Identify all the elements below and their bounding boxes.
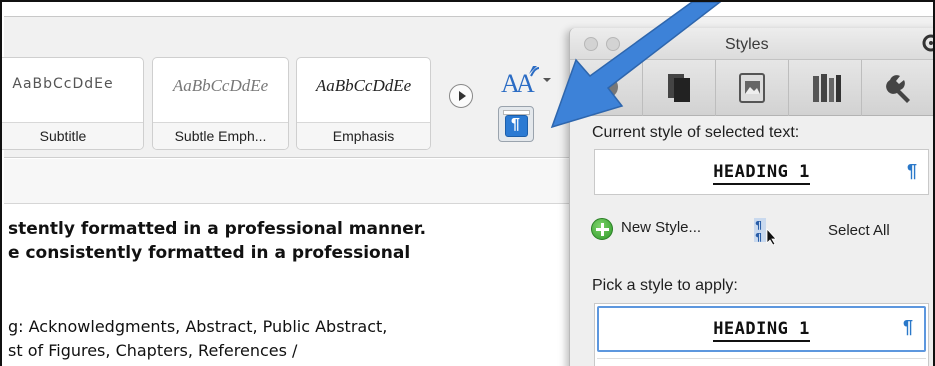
books-icon <box>813 74 841 102</box>
document-text-line: stently formatted in a professional mann… <box>8 219 427 239</box>
style-list-item[interactable] <box>597 358 926 366</box>
word-window: AaBbCcDdEe Subtitle AaBbCcDdEe Subtle Em… <box>0 0 935 366</box>
tab-reference-tools[interactable] <box>789 60 862 116</box>
annotation-arrow-icon <box>550 2 722 129</box>
document-text-line: e consistently formatted in a profession… <box>8 243 411 263</box>
document-text-line: g: Acknowledgments, Abstract, Public Abs… <box>8 317 388 336</box>
style-tile-emphasis[interactable]: AaBbCcDdEe Emphasis <box>296 57 431 150</box>
style-tile-subtle-emphasis[interactable]: AaBbCcDdEe Subtle Emph... <box>152 57 289 150</box>
style-sample: AaBbCcDdEe <box>315 76 412 95</box>
select-all-button[interactable]: Select All <box>828 222 890 239</box>
select-all-icon[interactable]: ¶ ¶ <box>752 217 780 245</box>
style-sample: AaBbCcDdEe <box>172 76 269 95</box>
ribbon-divider <box>4 16 933 17</box>
style-apply-list: HEADING 1 ¶ <box>594 303 929 366</box>
pick-style-label: Pick a style to apply: <box>592 277 738 294</box>
wrench-icon <box>886 75 910 103</box>
svg-text:¶: ¶ <box>755 231 762 244</box>
tab-tools[interactable] <box>862 60 933 116</box>
gallery-next-button[interactable] <box>449 84 473 108</box>
current-style-name: HEADING 1 <box>595 162 928 185</box>
style-name: Emphasis <box>297 122 430 149</box>
gear-icon[interactable] <box>921 33 935 53</box>
style-name: Subtitle <box>2 122 143 149</box>
style-sample: AaBbCcDdEe <box>12 76 114 92</box>
plus-icon <box>591 218 613 240</box>
current-style-text: HEADING 1 <box>713 162 810 185</box>
style-tile-subtitle[interactable]: AaBbCcDdEe Subtitle <box>2 57 144 150</box>
styles-pane-button[interactable] <box>498 106 534 142</box>
style-list-item-label: HEADING 1 <box>599 319 924 342</box>
document-body[interactable]: stently formatted in a professional mann… <box>4 205 570 366</box>
style-name: Subtle Emph... <box>153 122 288 149</box>
style-list-item-text: HEADING 1 <box>713 319 810 342</box>
media-browser-icon <box>739 73 765 103</box>
pilcrow-icon: ¶ <box>903 317 914 337</box>
pilcrow-icon: ¶ <box>907 161 918 181</box>
document-text-line: st of Figures, Chapters, References / <box>8 341 298 360</box>
current-style-box: HEADING 1 ¶ <box>594 149 929 195</box>
pilcrow-icon <box>505 115 528 137</box>
new-style-label: New Style... <box>621 219 702 236</box>
ruler-area <box>4 159 570 204</box>
style-list-item-heading-1[interactable]: HEADING 1 ¶ <box>597 306 926 352</box>
